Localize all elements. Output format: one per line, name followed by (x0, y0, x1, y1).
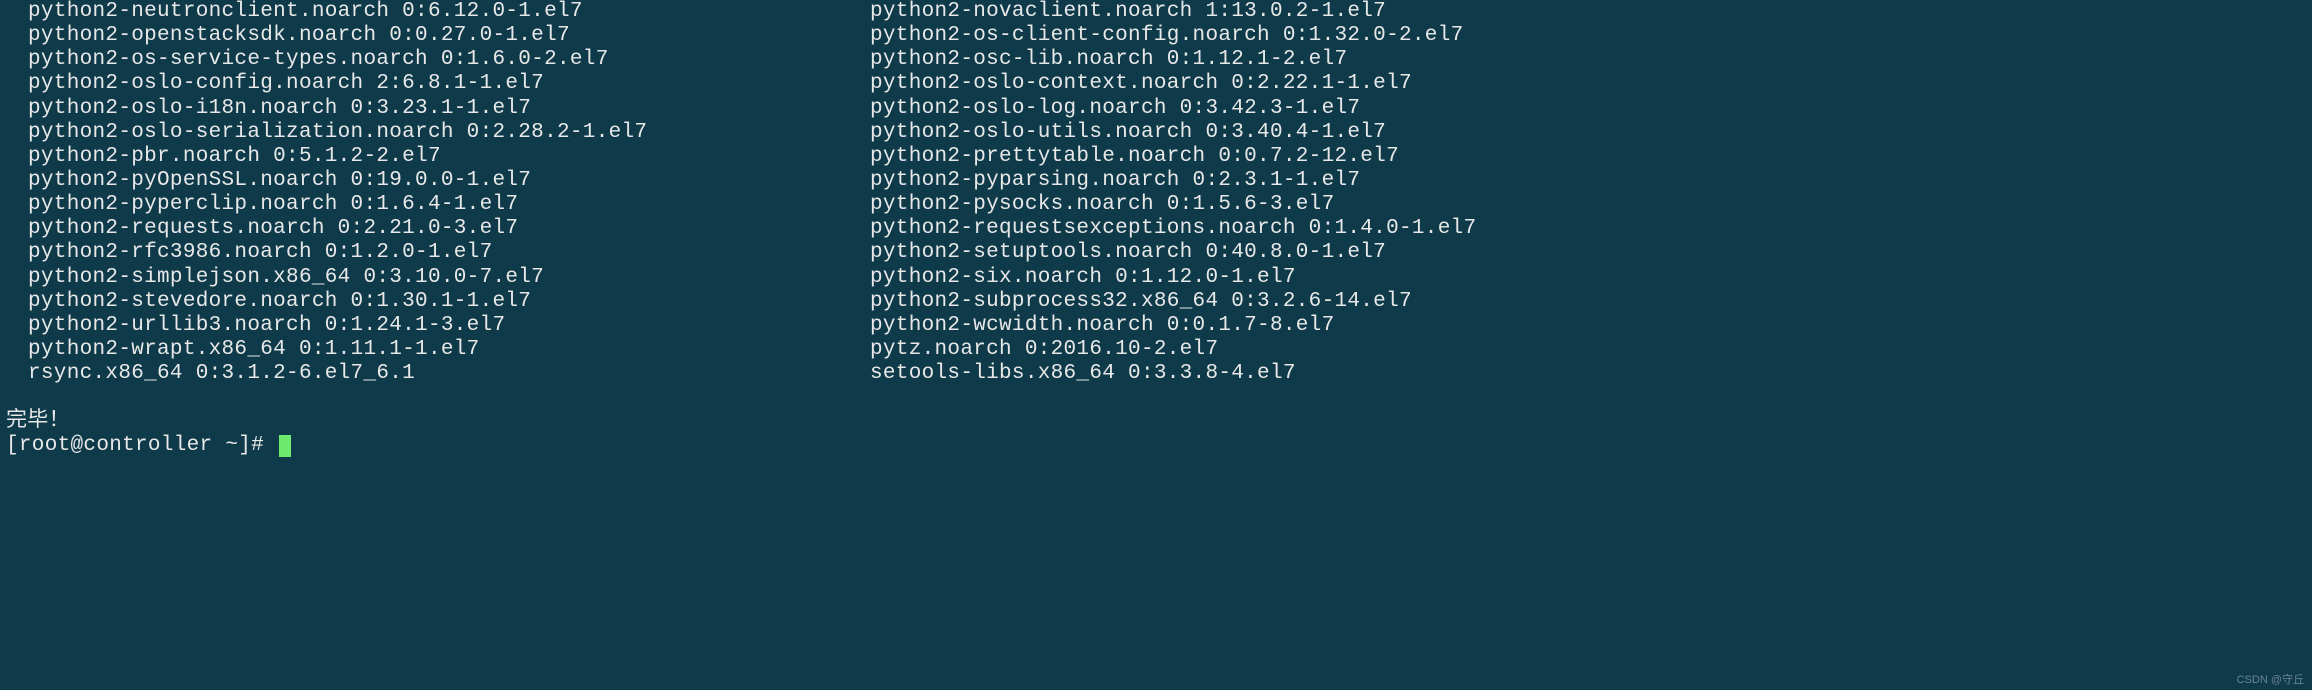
package-entry: rsync.x86_64 0:3.1.2-6.el7_6.1 (28, 362, 870, 386)
package-entry: pytz.noarch 0:2016.10-2.el7 (870, 338, 1476, 362)
package-column-right: python2-novaclient.noarch 1:13.0.2-1.el7… (870, 0, 1476, 386)
package-column-left: python2-neutronclient.noarch 0:6.12.0-1.… (0, 0, 870, 386)
package-entry: python2-oslo-i18n.noarch 0:3.23.1-1.el7 (28, 97, 870, 121)
package-entry: python2-subprocess32.x86_64 0:3.2.6-14.e… (870, 290, 1476, 314)
package-entry: python2-prettytable.noarch 0:0.7.2-12.el… (870, 145, 1476, 169)
package-entry: python2-simplejson.x86_64 0:3.10.0-7.el7 (28, 266, 870, 290)
package-entry: python2-pyperclip.noarch 0:1.6.4-1.el7 (28, 193, 870, 217)
package-entry: python2-oslo-context.noarch 0:2.22.1-1.e… (870, 72, 1476, 96)
package-entry: python2-os-client-config.noarch 0:1.32.0… (870, 24, 1476, 48)
complete-message: 完毕！ (0, 410, 2312, 434)
package-entry: python2-openstacksdk.noarch 0:0.27.0-1.e… (28, 24, 870, 48)
package-entry: python2-oslo-log.noarch 0:3.42.3-1.el7 (870, 97, 1476, 121)
package-entry: python2-wrapt.x86_64 0:1.11.1-1.el7 (28, 338, 870, 362)
package-entry: python2-requests.noarch 0:2.21.0-3.el7 (28, 217, 870, 241)
package-entry: python2-six.noarch 0:1.12.0-1.el7 (870, 266, 1476, 290)
package-entry: python2-pyparsing.noarch 0:2.3.1-1.el7 (870, 169, 1476, 193)
package-entry: python2-oslo-utils.noarch 0:3.40.4-1.el7 (870, 121, 1476, 145)
package-entry: python2-os-service-types.noarch 0:1.6.0-… (28, 48, 870, 72)
package-entry: python2-urllib3.noarch 0:1.24.1-3.el7 (28, 314, 870, 338)
package-entry: python2-novaclient.noarch 1:13.0.2-1.el7 (870, 0, 1476, 24)
package-entry: python2-neutronclient.noarch 0:6.12.0-1.… (28, 0, 870, 24)
package-entry: python2-oslo-config.noarch 2:6.8.1-1.el7 (28, 72, 870, 96)
package-entry: python2-pbr.noarch 0:5.1.2-2.el7 (28, 145, 870, 169)
package-entry: python2-pyOpenSSL.noarch 0:19.0.0-1.el7 (28, 169, 870, 193)
package-entry: python2-rfc3986.noarch 0:1.2.0-1.el7 (28, 241, 870, 265)
shell-prompt: [root@controller ~]# (6, 434, 277, 457)
shell-prompt-line[interactable]: [root@controller ~]# (0, 434, 2312, 458)
watermark-text: CSDN @守丘 (2237, 674, 2304, 687)
package-entry: python2-oslo-serialization.noarch 0:2.28… (28, 121, 870, 145)
package-entry: python2-stevedore.noarch 0:1.30.1-1.el7 (28, 290, 870, 314)
package-entry: setools-libs.x86_64 0:3.3.8-4.el7 (870, 362, 1476, 386)
package-entry: python2-wcwidth.noarch 0:0.1.7-8.el7 (870, 314, 1476, 338)
cursor-icon (279, 435, 291, 457)
package-entry: python2-requestsexceptions.noarch 0:1.4.… (870, 217, 1476, 241)
package-entry: python2-osc-lib.noarch 0:1.12.1-2.el7 (870, 48, 1476, 72)
package-entry: python2-setuptools.noarch 0:40.8.0-1.el7 (870, 241, 1476, 265)
package-entry: python2-pysocks.noarch 0:1.5.6-3.el7 (870, 193, 1476, 217)
package-output: python2-neutronclient.noarch 0:6.12.0-1.… (0, 0, 2312, 386)
terminal-window[interactable]: python2-neutronclient.noarch 0:6.12.0-1.… (0, 0, 2312, 459)
